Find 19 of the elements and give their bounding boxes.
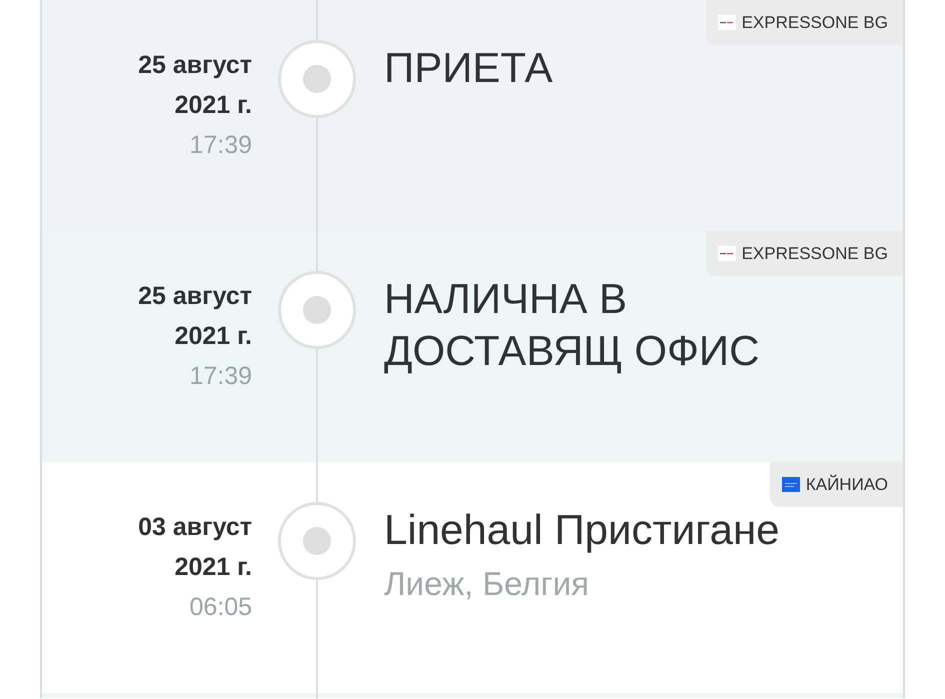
timeline-marker-icon: [278, 502, 356, 580]
timeline-marker-icon: [278, 271, 356, 349]
carrier-name: КАЙНИАО: [806, 474, 888, 494]
logo-icon: [782, 477, 800, 492]
logo-icon: [718, 15, 736, 30]
event-time: 06:05: [189, 592, 252, 623]
event-date: 25 август 2021 г.: [137, 281, 252, 352]
event-status: НАЛИЧНА В ДОСТАВЯЩ ОФИС: [384, 274, 760, 376]
event-status: ПРИЕТА: [384, 43, 553, 93]
event-date: 25 август 2021 г.: [137, 50, 252, 121]
event-status: Linehaul Пристигане: [384, 505, 780, 555]
event-location: Лиеж, Белгия: [384, 564, 589, 604]
event-time: 17:39: [189, 130, 252, 161]
event-date: 03 август 2021 г.: [137, 512, 252, 583]
carrier-name: EXPRESSONE BG: [742, 12, 888, 32]
timeline-marker-icon: [278, 40, 356, 118]
logo-icon: [718, 246, 736, 261]
carrier-name: EXPRESSONE BG: [742, 244, 888, 264]
event-time: 17:39: [189, 361, 252, 392]
